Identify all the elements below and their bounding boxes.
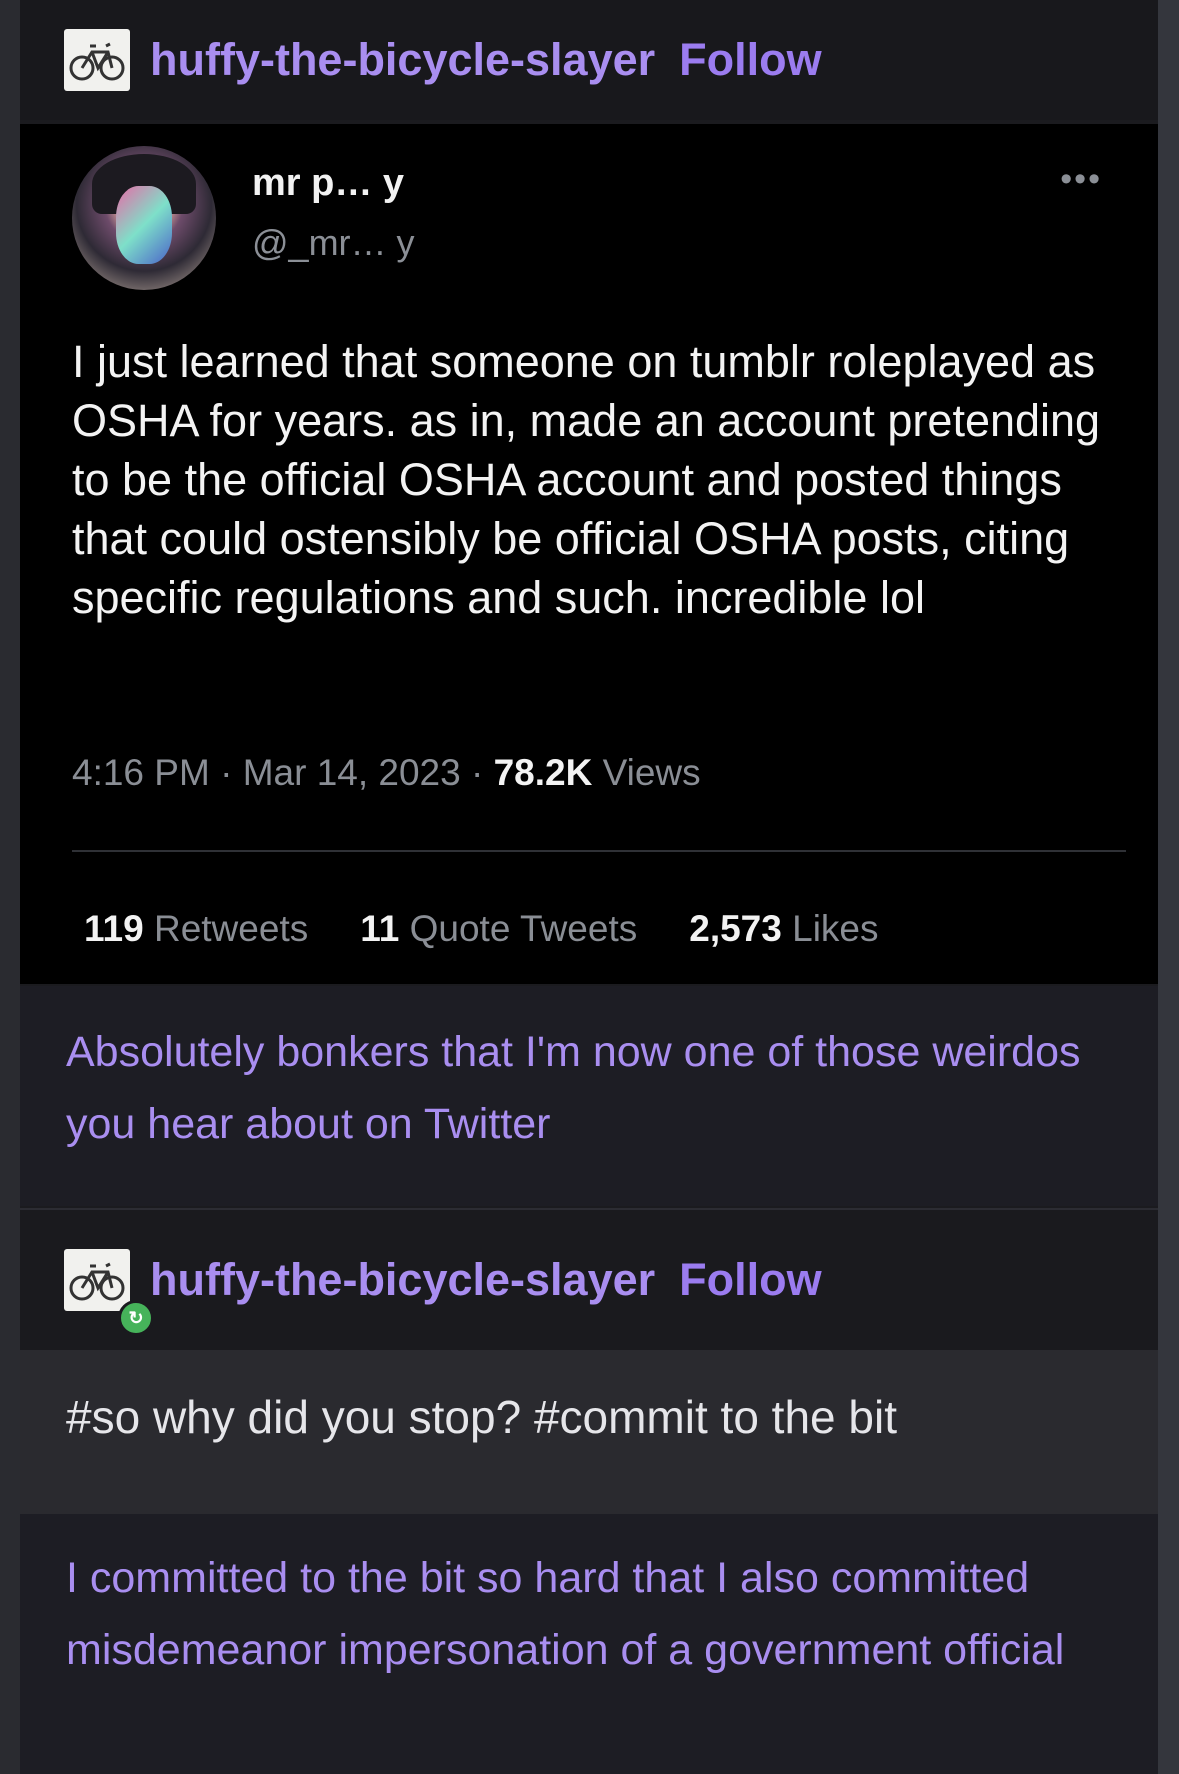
tweet-views-label: Views: [602, 752, 701, 793]
reblog-avatar[interactable]: [64, 1249, 130, 1311]
reblog-body-text: I committed to the bit so hard that I al…: [20, 1514, 1158, 1774]
left-edge: [0, 0, 20, 1774]
retweets-stat: 119 Retweets: [84, 908, 309, 949]
reblog-icon: ↻: [118, 1300, 154, 1336]
tumblr-post: huffy-the-bicycle-slayer Follow mr p… y …: [20, 0, 1158, 1774]
tweet-views-count: 78.2K: [493, 752, 593, 793]
scrollbar-track[interactable]: [1158, 0, 1179, 1774]
reblog-header: ↻ huffy-the-bicycle-slayer Follow: [20, 1210, 1158, 1350]
quote-tweets-stat: 11 Quote Tweets: [360, 908, 638, 949]
post-body-text: Absolutely bonkers that I'm now one of t…: [20, 986, 1158, 1206]
likes-stat: 2,573 Likes: [689, 908, 879, 949]
divider: [72, 850, 1126, 852]
tweet-handle: @_mr… y: [252, 222, 415, 263]
bicycle-icon: [69, 1262, 125, 1301]
tweet-avatar: [72, 146, 216, 290]
tweet-display-name: mr p… y: [252, 162, 405, 204]
tweet-stats: 119 Retweets 11 Quote Tweets 2,573 Likes: [84, 908, 879, 950]
follow-button[interactable]: Follow: [679, 34, 821, 86]
embedded-tweet-screenshot: mr p… y @_mr… y ••• I just learned that …: [20, 124, 1158, 984]
tweet-text: I just learned that someone on tumblr ro…: [72, 336, 1101, 623]
tags-text[interactable]: #so why did you stop? #commit to the bit: [66, 1390, 897, 1444]
tags-section: #so why did you stop? #commit to the bit: [20, 1350, 1158, 1514]
reblog-blog-name-link[interactable]: huffy-the-bicycle-slayer: [150, 1254, 655, 1306]
more-options-icon: •••: [1060, 160, 1102, 198]
reblog-body-paragraph: I committed to the bit so hard that I al…: [66, 1554, 1065, 1674]
post-header: huffy-the-bicycle-slayer Follow: [20, 0, 1158, 120]
tweet-time: 4:16 PM: [72, 752, 210, 793]
tweet-meta: 4:16 PM · Mar 14, 2023 · 78.2K Views: [72, 752, 701, 793]
blog-avatar[interactable]: [64, 29, 130, 91]
blog-name-link[interactable]: huffy-the-bicycle-slayer: [150, 34, 655, 86]
reblog-follow-button[interactable]: Follow: [679, 1254, 821, 1306]
bicycle-icon: [69, 42, 125, 81]
tweet-date: Mar 14, 2023: [242, 752, 461, 793]
post-body-paragraph: Absolutely bonkers that I'm now one of t…: [66, 1028, 1081, 1148]
